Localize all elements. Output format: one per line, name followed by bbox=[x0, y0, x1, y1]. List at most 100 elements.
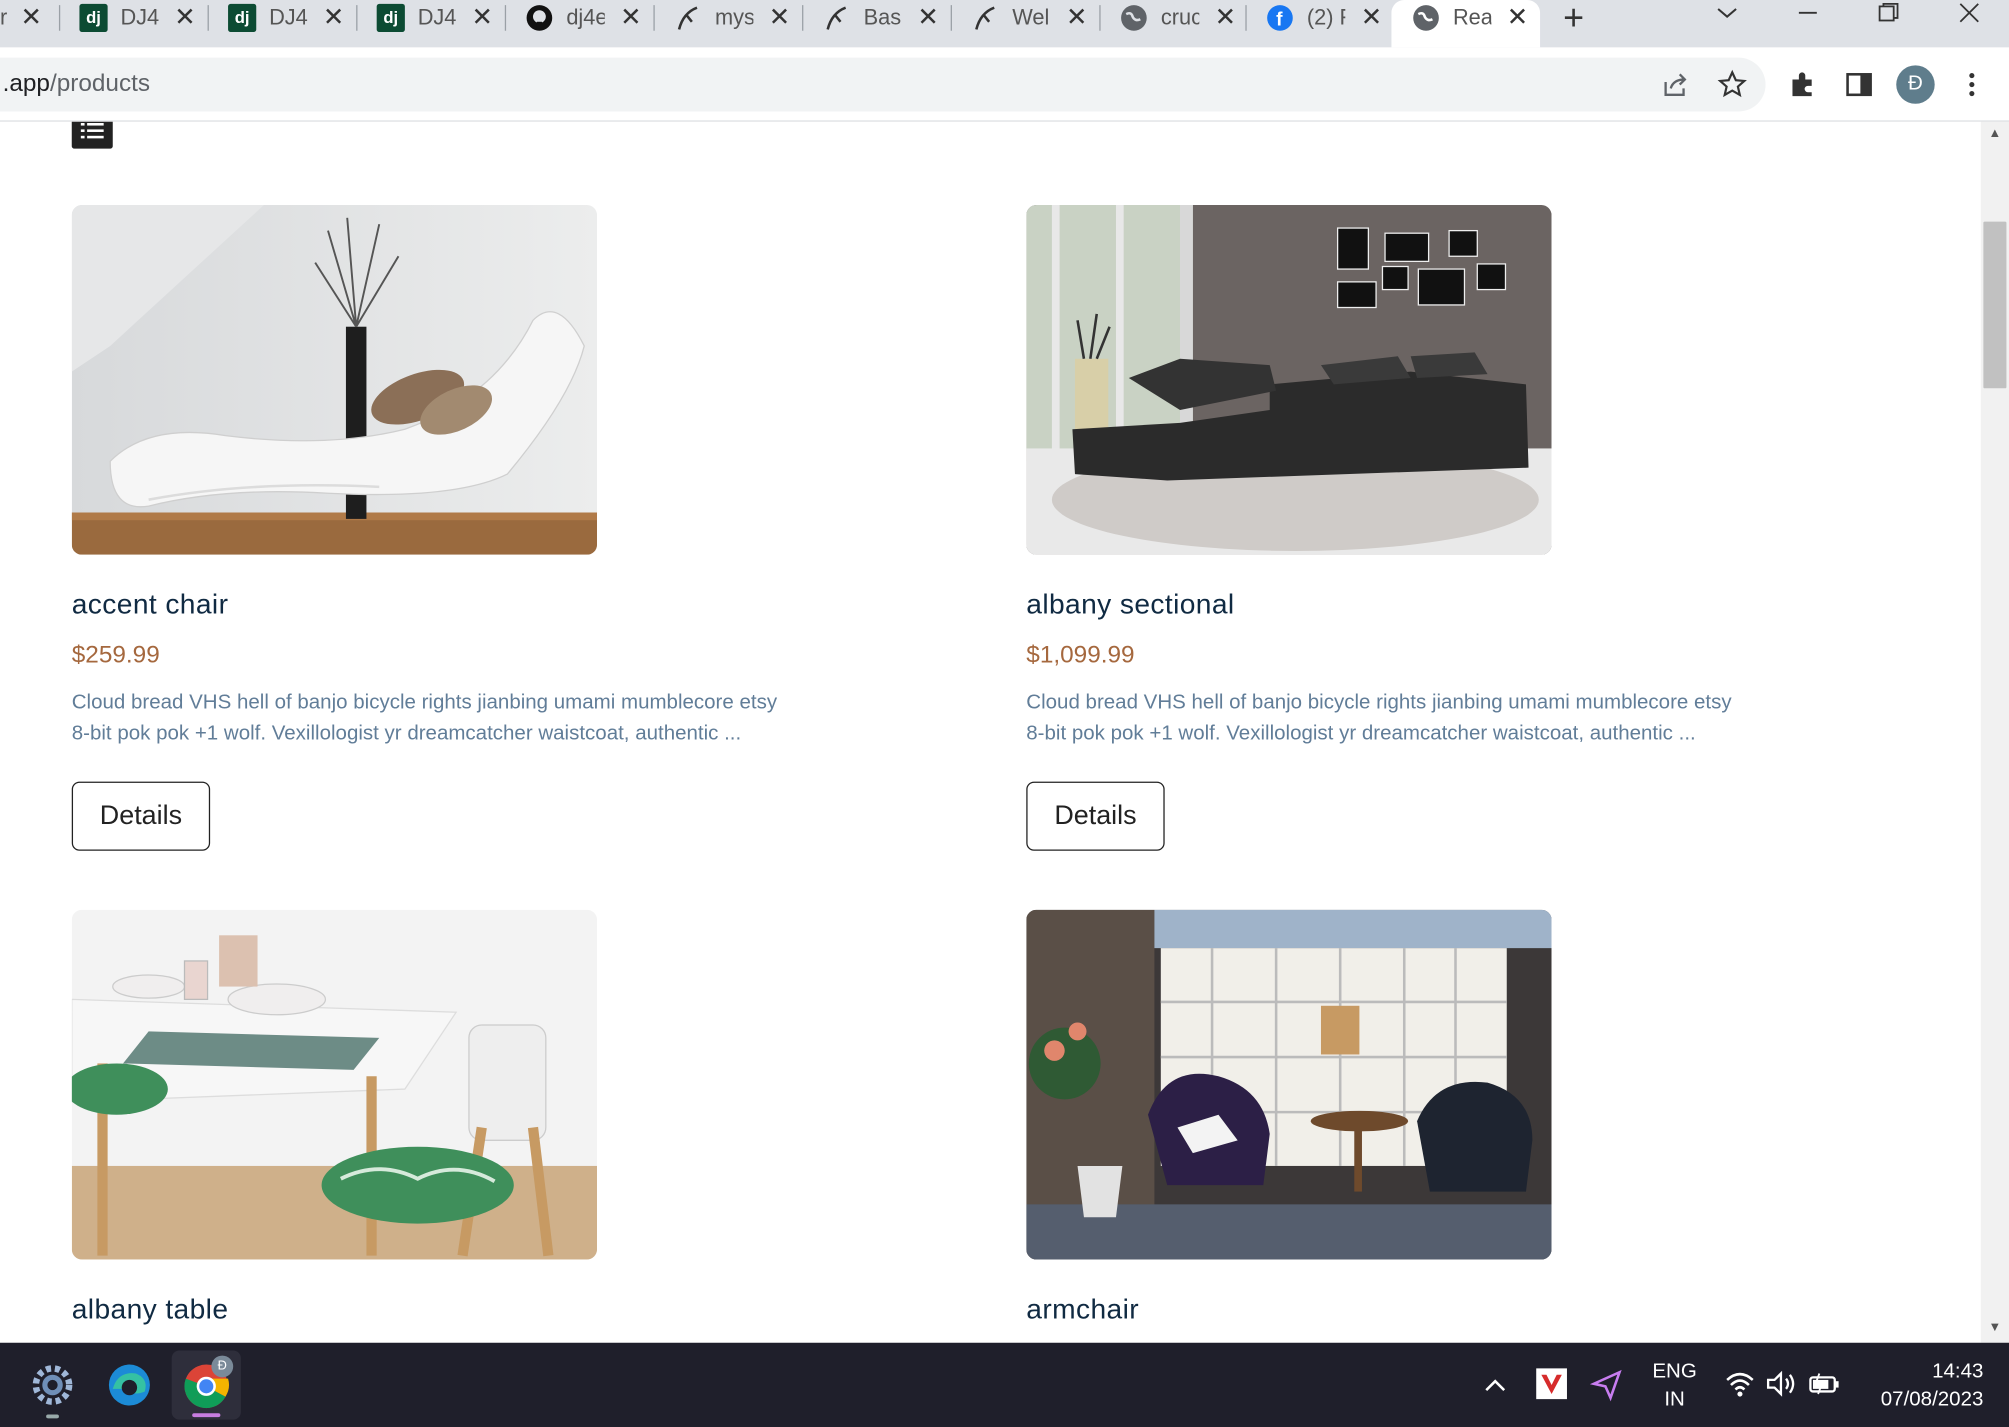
close-icon[interactable]: ✕ bbox=[1215, 4, 1236, 30]
settings-gear-icon[interactable] bbox=[31, 1363, 75, 1419]
profile-avatar[interactable]: Đ bbox=[1896, 65, 1935, 104]
chevron-up-icon[interactable] bbox=[1481, 1371, 1509, 1406]
tab-9[interactable]: f (2) F ✕ bbox=[1266, 0, 1382, 35]
tab-5[interactable]: mys ✕ bbox=[674, 0, 790, 35]
close-icon[interactable]: ✕ bbox=[1066, 4, 1087, 30]
url-path: /products bbox=[49, 70, 151, 98]
product-name[interactable]: albany table bbox=[72, 1293, 229, 1326]
tab-divider bbox=[950, 5, 952, 31]
window-close-icon[interactable] bbox=[1956, 0, 1982, 33]
tab-label: DJ4E bbox=[269, 4, 308, 29]
close-icon[interactable]: ✕ bbox=[917, 4, 938, 30]
list-icon bbox=[80, 122, 104, 138]
tab-label: Wel bbox=[1012, 4, 1050, 29]
edge-browser-icon[interactable] bbox=[108, 1363, 152, 1413]
tab-3[interactable]: dj DJ4E ✕ bbox=[376, 0, 493, 35]
chrome-taskbar-button[interactable]: Đ bbox=[171, 1350, 241, 1420]
tab-divider bbox=[1099, 5, 1101, 31]
clock-time: 14:43 bbox=[1932, 1360, 1984, 1383]
address-bar[interactable]: .app/products bbox=[0, 57, 1766, 112]
tab-label: Basi bbox=[863, 4, 902, 29]
close-icon[interactable]: ✕ bbox=[620, 4, 641, 30]
battery-icon[interactable] bbox=[1808, 1372, 1841, 1401]
tab-7[interactable]: Wel ✕ bbox=[971, 0, 1087, 35]
product-name[interactable]: albany sectional bbox=[1026, 588, 1234, 621]
extensions-icon[interactable] bbox=[1787, 69, 1818, 100]
tab-0[interactable]: r ✕ bbox=[0, 0, 42, 35]
tab-divider bbox=[653, 5, 655, 31]
close-icon[interactable]: ✕ bbox=[21, 4, 42, 30]
details-button[interactable]: Details bbox=[71, 781, 211, 851]
tab-2[interactable]: dj DJ4E ✕ bbox=[228, 0, 344, 35]
share-icon[interactable] bbox=[1661, 69, 1692, 100]
scroll-up-arrow-icon[interactable]: ▲ bbox=[1989, 127, 2002, 141]
close-icon[interactable]: ✕ bbox=[472, 4, 493, 30]
github-icon bbox=[525, 3, 553, 31]
language-code: ENG bbox=[1652, 1360, 1697, 1383]
product-image-accent-chair[interactable] bbox=[71, 205, 598, 555]
product-image-albany-table[interactable] bbox=[71, 909, 598, 1260]
globe-icon bbox=[1412, 3, 1440, 31]
region-code: IN bbox=[1664, 1388, 1685, 1411]
close-icon[interactable]: ✕ bbox=[1361, 4, 1382, 30]
send-arrow-tray-icon[interactable] bbox=[1589, 1368, 1623, 1408]
minimize-icon[interactable] bbox=[1795, 0, 1821, 33]
mysql-icon bbox=[971, 3, 999, 31]
list-view-button[interactable] bbox=[71, 121, 113, 149]
vivaldi-tray-icon[interactable] bbox=[1536, 1368, 1567, 1400]
django-icon: dj bbox=[79, 3, 108, 32]
product-image-albany-sectional[interactable] bbox=[1026, 205, 1552, 555]
globe-icon bbox=[1120, 3, 1148, 31]
product-price: $259.99 bbox=[71, 641, 160, 669]
tab-search-icon[interactable] bbox=[1714, 0, 1740, 33]
close-icon[interactable]: ✕ bbox=[1507, 4, 1528, 30]
tab-6[interactable]: Basi ✕ bbox=[823, 0, 939, 35]
product-image-armchair[interactable] bbox=[1026, 909, 1552, 1260]
tab-active[interactable]: Rea ✕ bbox=[1391, 0, 1541, 48]
tab-label: Rea bbox=[1452, 4, 1492, 29]
url-host: .app bbox=[2, 70, 50, 98]
tab-4[interactable]: dj4e ✕ bbox=[525, 0, 642, 35]
new-tab-button[interactable]: + bbox=[1563, 0, 1584, 38]
product-name[interactable]: accent chair bbox=[72, 588, 229, 621]
product-name[interactable]: armchair bbox=[1026, 1293, 1139, 1326]
tab-label: DJ4E bbox=[120, 4, 159, 29]
mysql-icon bbox=[823, 3, 851, 31]
scroll-thumb[interactable] bbox=[1983, 221, 2007, 389]
tab-divider bbox=[1245, 5, 1247, 31]
tab-label: mys bbox=[714, 4, 754, 29]
close-icon[interactable]: ✕ bbox=[323, 4, 344, 30]
language-indicator[interactable]: ENG IN bbox=[1646, 1358, 1702, 1414]
tab-label: cruc bbox=[1160, 4, 1200, 29]
close-icon[interactable]: ✕ bbox=[769, 4, 790, 30]
clock[interactable]: 14:43 07/08/2023 bbox=[1860, 1358, 1984, 1414]
scroll-down-arrow-icon[interactable]: ▼ bbox=[1989, 1321, 2002, 1335]
mysql-icon bbox=[674, 3, 702, 31]
tab-1[interactable]: dj DJ4E ✕ bbox=[79, 0, 196, 35]
django-icon: dj bbox=[228, 3, 257, 32]
side-panel-icon[interactable] bbox=[1844, 69, 1875, 100]
bookmark-star-icon[interactable] bbox=[1717, 69, 1748, 100]
tab-label: (2) F bbox=[1306, 4, 1345, 29]
url-text[interactable]: .app/products bbox=[3, 70, 151, 98]
tab-divider bbox=[802, 5, 804, 31]
restore-icon[interactable] bbox=[1876, 0, 1902, 33]
tab-8[interactable]: cruc ✕ bbox=[1120, 0, 1236, 35]
volume-icon[interactable] bbox=[1766, 1370, 1799, 1405]
close-icon[interactable]: ✕ bbox=[174, 4, 195, 30]
facebook-icon: f bbox=[1266, 3, 1294, 31]
django-icon: dj bbox=[376, 3, 405, 32]
page-content: accent chair $259.99 Cloud bread VHS hel… bbox=[0, 121, 1981, 1343]
product-description: Cloud bread VHS hell of banjo bicycle ri… bbox=[71, 691, 778, 745]
tab-strip: r ✕ dj DJ4E ✕ dj DJ4E ✕ dj DJ4E ✕ dj4e ✕ bbox=[0, 0, 2009, 48]
profile-badge: Đ bbox=[211, 1355, 234, 1378]
page-scrollbar[interactable]: ▲ ▼ bbox=[1980, 121, 2009, 1343]
svg-text:f: f bbox=[1276, 9, 1283, 30]
browser-toolbar: .app/products Đ bbox=[0, 47, 2009, 122]
product-description: Cloud bread VHS hell of banjo bicycle ri… bbox=[1026, 691, 1732, 745]
wifi-icon[interactable] bbox=[1725, 1370, 1756, 1405]
kebab-menu-icon[interactable] bbox=[1956, 69, 1987, 100]
details-button[interactable]: Details bbox=[1026, 781, 1165, 851]
tab-divider bbox=[207, 5, 209, 31]
windows-taskbar: Đ ENG IN 14:43 07/08/2023 bbox=[0, 1342, 2009, 1427]
